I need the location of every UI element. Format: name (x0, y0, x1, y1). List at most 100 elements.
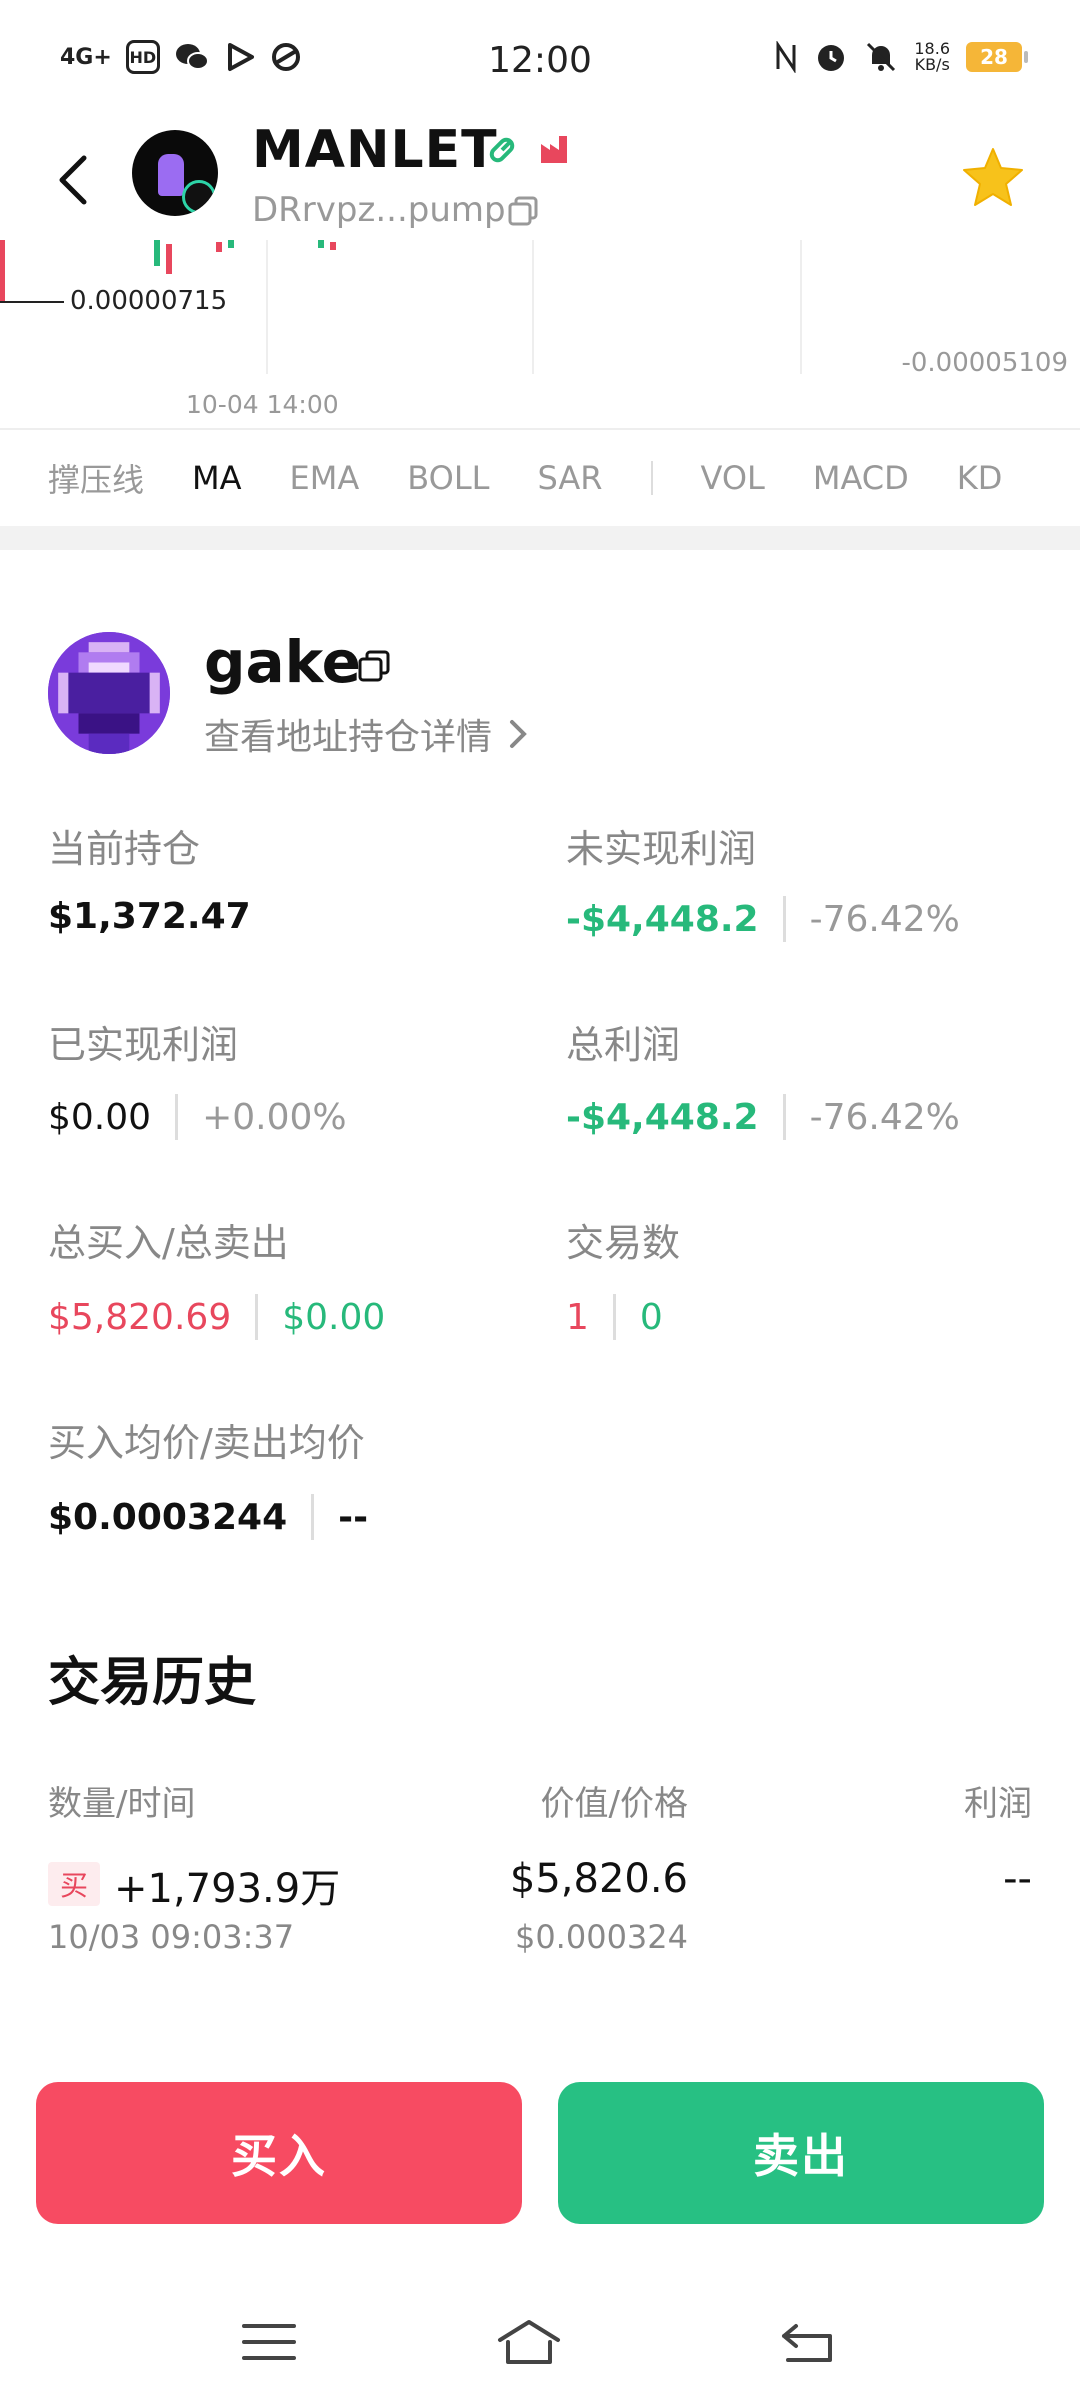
chart-axis-label: -0.00005109 (901, 348, 1068, 378)
nfc-icon (776, 41, 796, 73)
value-separator (612, 1294, 616, 1340)
buy-tag: 买 (48, 1862, 100, 1906)
trade-value: $5,820.6 (509, 1856, 688, 1902)
trades-value: 1 0 (566, 1294, 663, 1340)
value-separator (175, 1094, 179, 1140)
chart-gridline (532, 240, 534, 374)
unrealized-label: 未实现利润 (566, 827, 757, 871)
chart-candle (154, 240, 160, 266)
chart-gridline (266, 240, 268, 374)
indicator-macd[interactable]: MACD (813, 459, 909, 497)
value-separator (255, 1294, 259, 1340)
value-separator (782, 896, 786, 942)
home-icon[interactable] (494, 2312, 564, 2372)
indicator-boll[interactable]: BOLL (407, 459, 489, 497)
chart-price-label: 0.00000715 (70, 286, 228, 316)
indicator-sar[interactable]: SAR (537, 459, 602, 497)
indicator-fade (1010, 430, 1080, 526)
alarm-icon (818, 45, 845, 71)
battery-indicator: 28 (966, 42, 1028, 72)
sell-button[interactable]: 卖出 (558, 2082, 1044, 2224)
chart-current-price-marker (0, 240, 5, 302)
total-buy-amount: $5,820.69 (48, 1296, 232, 1338)
indicator-vol[interactable]: VOL (701, 459, 765, 497)
avg-price-label: 买入均价/卖出均价 (48, 1421, 365, 1465)
realized-value: $0.00 +0.00% (48, 1094, 347, 1140)
value-separator (311, 1494, 315, 1540)
total-sell-amount: $0.00 (282, 1296, 386, 1338)
pixel-avatar-icon (48, 632, 170, 754)
indicator-support-resistance[interactable]: 撑压线 (48, 455, 144, 501)
chart-gridline (800, 240, 802, 374)
buy-button[interactable]: 买入 (36, 2082, 522, 2224)
realized-label: 已实现利润 (48, 1023, 239, 1067)
chart-price-line (0, 301, 64, 303)
return-icon[interactable] (774, 2312, 844, 2372)
trade-profit: -- (1003, 1856, 1032, 1902)
factory-icon (541, 136, 567, 163)
chevron-right-icon (510, 720, 527, 748)
unrealized-amount: -$4,448.2 (566, 898, 759, 940)
token-header: MANLET DRrvpz...pump (0, 120, 1080, 240)
holding-label: 当前持仓 (48, 827, 201, 871)
system-nav-bar (0, 2290, 1080, 2400)
pill-icon (489, 137, 515, 163)
column-profit: 利润 (964, 1784, 1032, 1824)
indicator-kd[interactable]: KD (957, 459, 1003, 497)
chart-candle (330, 242, 336, 250)
trades-sell-count: 0 (639, 1296, 663, 1338)
copy-icon[interactable] (356, 648, 392, 684)
realized-percent: +0.00% (202, 1096, 347, 1138)
total-profit-value: -$4,448.2 -76.42% (566, 1094, 960, 1140)
status-bar: 4G+ HD 12:00 18.6 KB/s 28 (0, 0, 1080, 120)
view-holding-details-label: 查看地址持仓详情 (204, 717, 493, 758)
chart-time-label: 10-04 14:00 (186, 390, 339, 419)
favorite-star-icon[interactable] (960, 144, 1026, 210)
indicator-ema[interactable]: EMA (290, 459, 360, 497)
total-profit-amount: -$4,448.2 (566, 1096, 759, 1138)
network-speed: 18.6 KB/s (914, 41, 950, 73)
price-chart[interactable]: 0.00000715 -0.00005109 10-04 14:00 (0, 240, 1080, 430)
menu-icon[interactable] (236, 2312, 306, 2372)
value-separator (782, 1094, 786, 1140)
user-avatar (48, 632, 170, 754)
indicator-tabs: 撑压线 MA EMA BOLL SAR VOL MACD KD (0, 430, 1080, 526)
avg-sell-price: -- (338, 1496, 369, 1538)
chart-candle (216, 242, 222, 252)
view-holding-details-link[interactable]: 查看地址持仓详情 (204, 708, 530, 760)
status-right: 18.6 KB/s 28 (774, 40, 1028, 74)
chart-candle (228, 240, 234, 248)
trade-history-title: 交易历史 (48, 1653, 257, 1713)
back-icon[interactable] (52, 150, 96, 210)
avg-price-value: $0.0003244 -- (48, 1494, 368, 1540)
column-value-price: 价值/价格 (540, 1784, 688, 1824)
total-profit-label: 总利润 (566, 1023, 681, 1067)
trades-label: 交易数 (566, 1221, 681, 1265)
trade-time: 10/03 09:03:37 (48, 1918, 295, 1956)
unrealized-value: -$4,448.2 -76.42% (566, 896, 960, 942)
speed-unit: KB/s (914, 55, 950, 74)
trade-price: $0.000324 (514, 1918, 688, 1956)
holding-amount: $1,372.47 (48, 896, 251, 937)
token-avatar (132, 130, 218, 216)
total-profit-percent: -76.42% (809, 1096, 960, 1138)
indicator-ma[interactable]: MA (192, 459, 242, 497)
chart-candle (318, 240, 324, 248)
holding-value: $1,372.47 (48, 896, 251, 937)
buy-sell-value: $5,820.69 $0.00 (48, 1294, 385, 1340)
trades-buy-count: 1 (566, 1296, 589, 1338)
column-qty-time: 数量/时间 (48, 1784, 196, 1824)
section-divider (0, 526, 1080, 550)
token-address: DRrvpz...pump (252, 190, 506, 230)
solana-badge-icon (182, 180, 216, 214)
token-figure (158, 154, 184, 196)
chart-candle (166, 244, 172, 274)
trade-quantity: +1,793.9万 (114, 1866, 341, 1912)
avg-buy-price: $0.0003244 (48, 1496, 288, 1538)
token-name: MANLET (252, 120, 498, 180)
copy-icon[interactable] (506, 194, 540, 228)
unrealized-percent: -76.42% (809, 898, 960, 940)
realized-amount: $0.00 (48, 1096, 152, 1138)
indicator-divider (650, 461, 653, 495)
buy-sell-label: 总买入/总卖出 (48, 1221, 289, 1265)
